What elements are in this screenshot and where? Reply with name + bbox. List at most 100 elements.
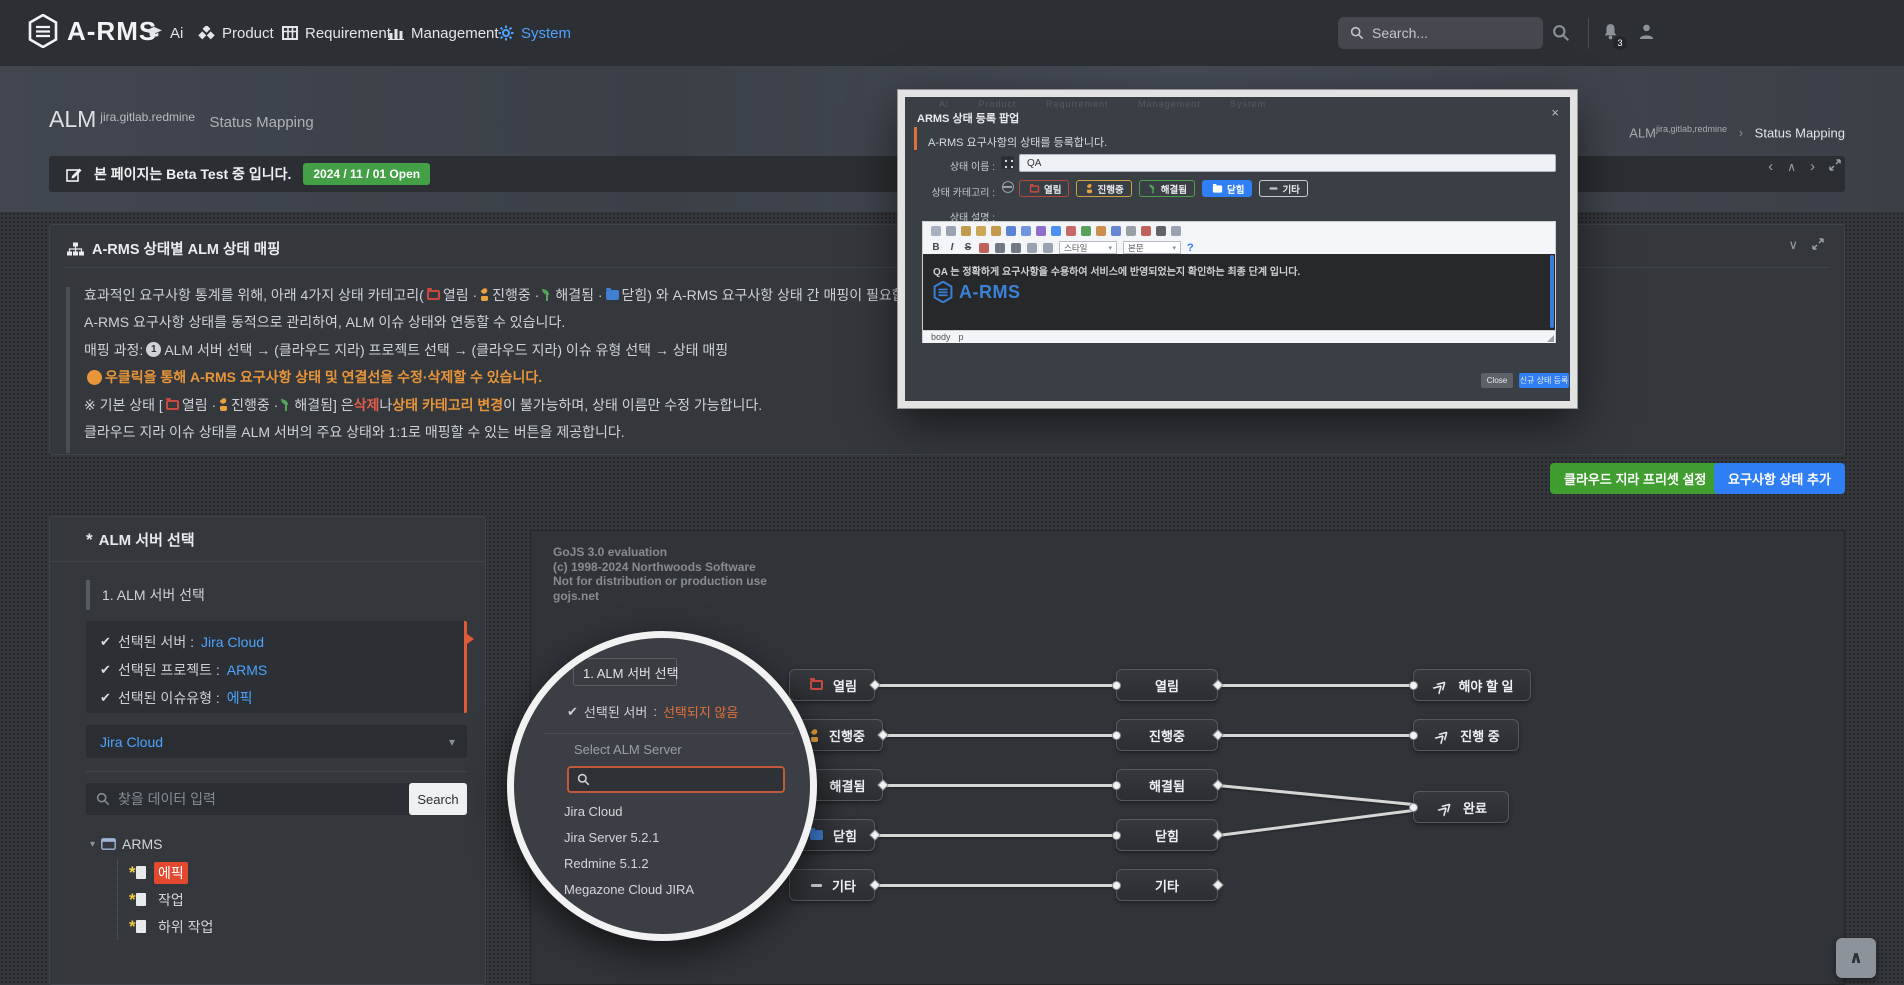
- rich-text-editor[interactable]: BIS 스타일▾ 본문▾? QA 는 정확하게 요구사항을 수용하여 서비스에 반영…: [922, 221, 1556, 343]
- diagram-link[interactable]: [883, 734, 1116, 737]
- editor-content[interactable]: QA 는 정확하게 요구사항을 수용하여 서비스에 반영되었는지 확인하는 최종…: [923, 254, 1555, 330]
- toolbar-help-icon[interactable]: ?: [1187, 242, 1194, 254]
- toolbar-bold-icon[interactable]: B: [931, 242, 941, 253]
- status-node[interactable]: 닫힘: [1116, 819, 1218, 851]
- search-input[interactable]: [1372, 25, 1522, 41]
- toolbar-icon[interactable]: [931, 226, 941, 236]
- tree-item-작업[interactable]: 작업: [128, 886, 217, 913]
- status-node[interactable]: 해야 할 일: [1413, 669, 1531, 701]
- server-option[interactable]: Jira Cloud: [564, 798, 694, 824]
- diagram-link[interactable]: [883, 784, 1116, 787]
- editor-scrollbar[interactable]: [1550, 255, 1554, 328]
- toolbar-style-select[interactable]: 스타일▾: [1059, 241, 1117, 254]
- breadcrumb-root[interactable]: ALM: [1629, 125, 1656, 140]
- close-icon[interactable]: ×: [1551, 105, 1559, 120]
- nav-item-management[interactable]: Management: [388, 0, 499, 66]
- diagram-link[interactable]: [875, 884, 1116, 887]
- link-port-dot[interactable]: [1409, 731, 1418, 740]
- server-option[interactable]: Jira Server 5.2.1: [564, 824, 694, 850]
- toolbar-paragraph-select[interactable]: 본문▾: [1123, 241, 1181, 254]
- link-port-dot[interactable]: [1112, 781, 1121, 790]
- toolbar-icon[interactable]: [1051, 226, 1061, 236]
- link-port-diamond[interactable]: [1212, 729, 1223, 740]
- category-chip-resolved[interactable]: 해결됨: [1139, 180, 1195, 197]
- toolbar-icon[interactable]: [991, 226, 1001, 236]
- link-port-dot[interactable]: [1409, 681, 1418, 690]
- link-port-diamond[interactable]: [877, 779, 888, 790]
- tree-root-project[interactable]: ▾ ARMS: [90, 831, 217, 857]
- expand-icon[interactable]: [1829, 158, 1841, 175]
- diagram-link[interactable]: [1218, 734, 1413, 737]
- user-icon[interactable]: [1638, 23, 1655, 45]
- link-port-diamond[interactable]: [1212, 779, 1223, 790]
- link-port-diamond[interactable]: [869, 679, 880, 690]
- category-chip-open[interactable]: 열림: [1019, 180, 1069, 197]
- editor-path-body[interactable]: body: [931, 332, 951, 342]
- tree-search-button[interactable]: Search: [409, 783, 467, 815]
- toolbar-icon[interactable]: [1043, 243, 1053, 253]
- toolbar-icon[interactable]: [1171, 226, 1181, 236]
- toolbar-icon[interactable]: [946, 226, 956, 236]
- status-node[interactable]: 진행 중: [1413, 719, 1519, 751]
- server-option[interactable]: Redmine 5.1.2: [564, 850, 694, 876]
- toolbar-icon[interactable]: [976, 226, 986, 236]
- toolbar-icon[interactable]: [1126, 226, 1136, 236]
- toolbar-icon[interactable]: [995, 243, 1005, 253]
- toolbar-strike-icon[interactable]: S: [963, 242, 973, 253]
- resize-grip-icon[interactable]: [1547, 335, 1554, 342]
- toolbar-icon[interactable]: [1027, 243, 1037, 253]
- chevron-up-icon[interactable]: ∧: [1787, 160, 1796, 174]
- server-dropdown[interactable]: Jira Cloud ▾: [86, 725, 467, 758]
- status-node[interactable]: 완료: [1413, 791, 1509, 823]
- toolbar-icon[interactable]: [1011, 243, 1021, 253]
- link-port-diamond[interactable]: [1212, 679, 1223, 690]
- search-box[interactable]: [1338, 17, 1543, 49]
- toolbar-italic-icon[interactable]: I: [947, 242, 957, 253]
- link-port-dot[interactable]: [1112, 831, 1121, 840]
- chevron-right-icon[interactable]: ›: [1810, 158, 1815, 175]
- tree-search-box[interactable]: [86, 783, 411, 815]
- diagram-link[interactable]: [875, 834, 1116, 837]
- nav-item-product[interactable]: Product: [198, 0, 274, 66]
- link-port-diamond[interactable]: [869, 879, 880, 890]
- toolbar-icon[interactable]: [961, 226, 971, 236]
- status-node[interactable]: 진행중: [1116, 719, 1218, 751]
- tree-search-input[interactable]: [118, 791, 368, 807]
- category-chip-etc[interactable]: 기타: [1259, 180, 1307, 197]
- editor-path-p[interactable]: p: [959, 332, 964, 342]
- category-chip-closed[interactable]: 닫힘: [1202, 180, 1252, 197]
- toolbar-icon[interactable]: [1081, 226, 1091, 236]
- toolbar-icon[interactable]: [1066, 226, 1076, 236]
- category-chip-progress[interactable]: 진행중: [1076, 180, 1131, 197]
- status-node[interactable]: 기타: [789, 869, 875, 901]
- diagram-link[interactable]: [1218, 784, 1413, 806]
- link-port-diamond[interactable]: [1212, 829, 1223, 840]
- jira-preset-button[interactable]: 클라우드 지라 프리셋 설정: [1550, 463, 1720, 494]
- status-node[interactable]: 열림: [789, 669, 875, 701]
- diagram-link[interactable]: [875, 684, 1116, 687]
- scroll-to-top-button[interactable]: ∧: [1836, 938, 1876, 978]
- toolbar-icon[interactable]: [1096, 226, 1106, 236]
- server-option[interactable]: Megazone Cloud JIRA: [564, 876, 694, 902]
- link-port-dot[interactable]: [1112, 681, 1121, 690]
- expand-icon[interactable]: [1812, 238, 1824, 253]
- tree-item-하위 작업[interactable]: 하위 작업: [128, 913, 217, 940]
- link-port-diamond[interactable]: [877, 729, 888, 740]
- toolbar-icon[interactable]: [1111, 226, 1121, 236]
- popup-submit-button[interactable]: 신규 상태 등록: [1519, 373, 1569, 388]
- toolbar-icon[interactable]: [1141, 226, 1151, 236]
- toolbar-icon[interactable]: [1021, 226, 1031, 236]
- status-name-input[interactable]: [1019, 154, 1556, 172]
- diagram-link[interactable]: [1218, 809, 1413, 837]
- diagram-link[interactable]: [1218, 684, 1413, 687]
- nav-item-requirement[interactable]: Requirement: [282, 0, 391, 66]
- status-node[interactable]: 기타: [1116, 869, 1218, 901]
- popup-close-button[interactable]: Close: [1481, 373, 1513, 388]
- tree-item-에픽[interactable]: 에픽: [128, 859, 217, 886]
- status-node[interactable]: 열림: [1116, 669, 1218, 701]
- link-port-dot[interactable]: [1112, 881, 1121, 890]
- toolbar-icon[interactable]: [979, 243, 989, 253]
- toolbar-icon[interactable]: [1156, 226, 1166, 236]
- link-port-diamond[interactable]: [869, 829, 880, 840]
- tree-expander-icon[interactable]: ▾: [90, 839, 95, 850]
